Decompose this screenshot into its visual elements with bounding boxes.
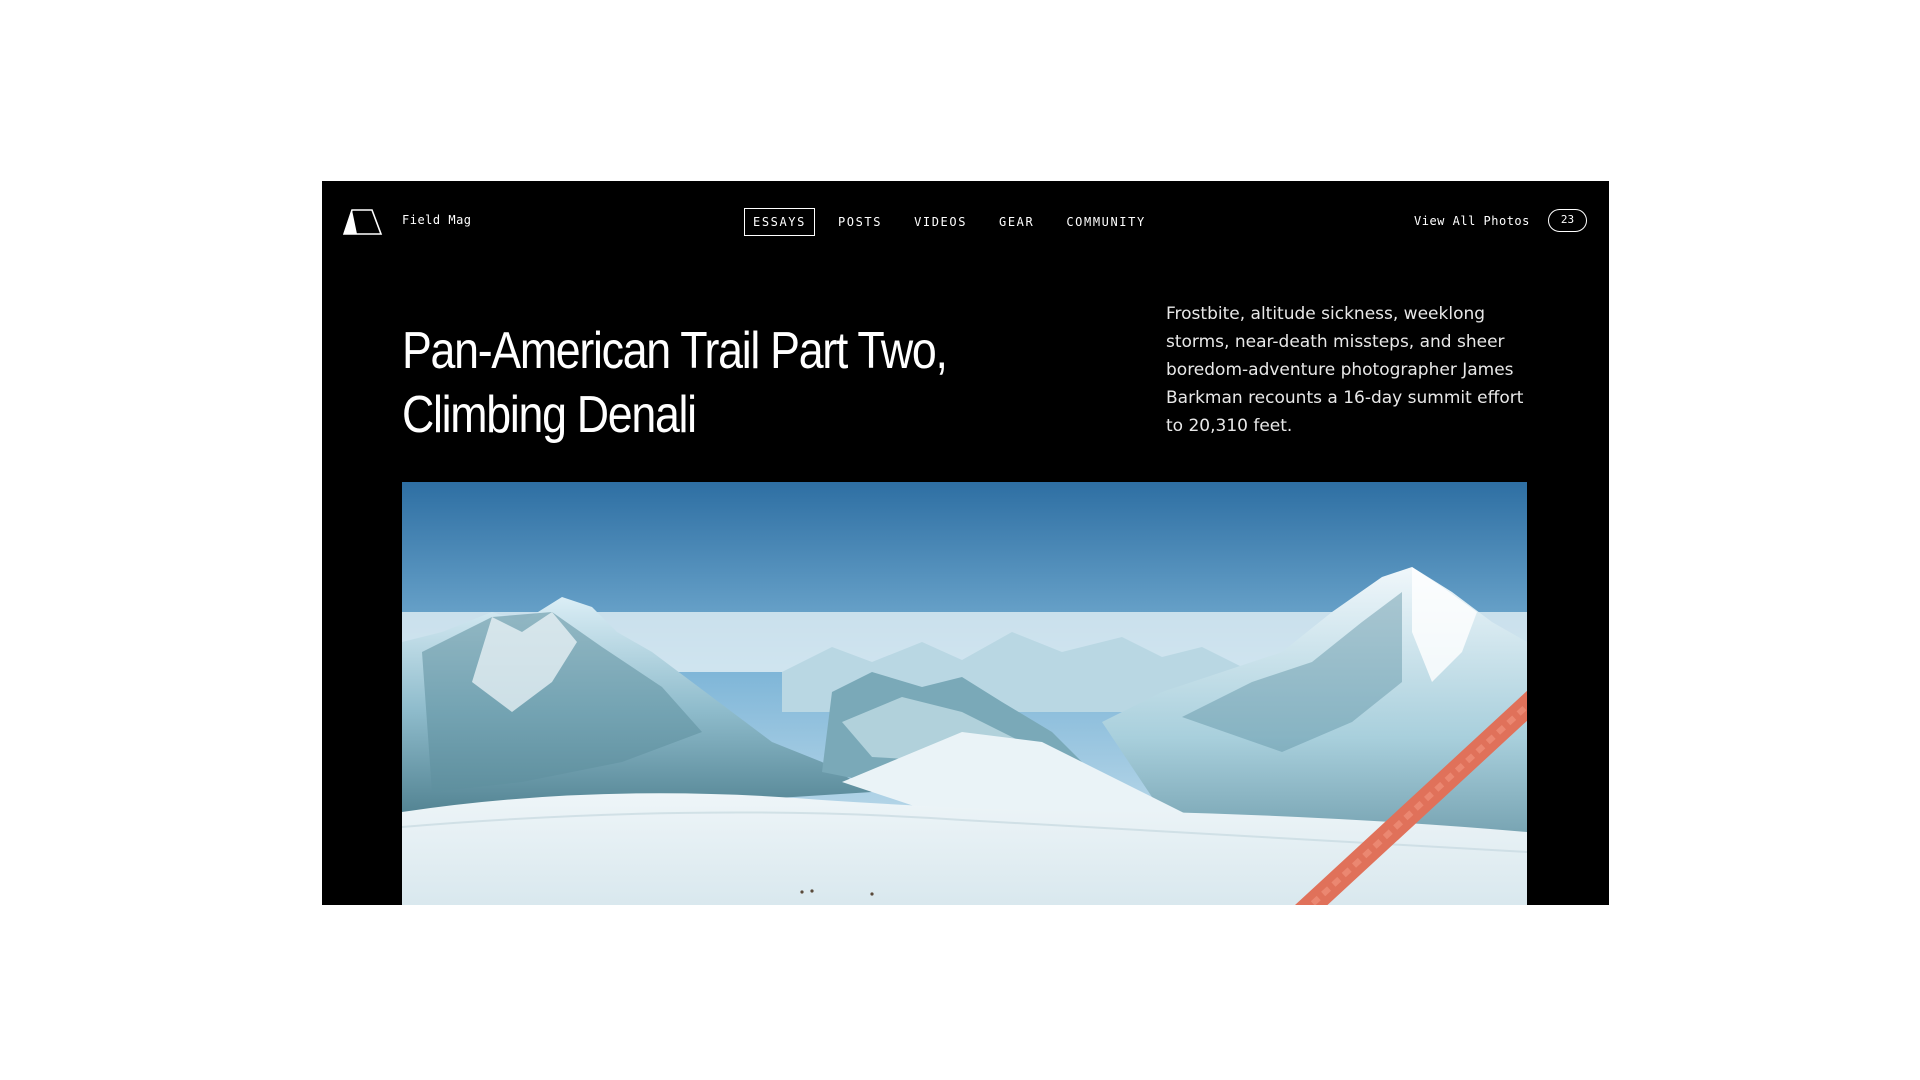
view-all-photos-link[interactable]: View All Photos — [1414, 214, 1530, 228]
article-title-line-2: Climbing Denali — [402, 386, 697, 444]
nav-posts[interactable]: POSTS — [829, 208, 891, 236]
nav-gear[interactable]: GEAR — [990, 208, 1043, 236]
top-navigation: Field Mag ESSAYS POSTS VIDEOS GEAR COMMU… — [322, 181, 1609, 263]
nav-essays[interactable]: ESSAYS — [744, 208, 815, 236]
nav-community[interactable]: COMMUNITY — [1057, 208, 1154, 236]
photo-count-badge[interactable]: 23 — [1548, 209, 1587, 232]
main-nav: ESSAYS POSTS VIDEOS GEAR COMMUNITY — [744, 208, 1155, 236]
hero-photo[interactable] — [402, 482, 1527, 905]
article-hero-frame: Field Mag ESSAYS POSTS VIDEOS GEAR COMMU… — [322, 181, 1609, 905]
article-title: Pan-American Trail Part Two, Climbing De… — [402, 319, 1004, 447]
mountain-landscape-image — [402, 482, 1527, 905]
article-title-line-1: Pan-American Trail Part Two, — [402, 322, 948, 380]
tent-logo-icon[interactable] — [342, 208, 383, 235]
nav-videos[interactable]: VIDEOS — [905, 208, 976, 236]
brand-name[interactable]: Field Mag — [402, 213, 472, 227]
article-dek: Frostbite, altitude sickness, weeklong s… — [1166, 304, 1524, 436]
